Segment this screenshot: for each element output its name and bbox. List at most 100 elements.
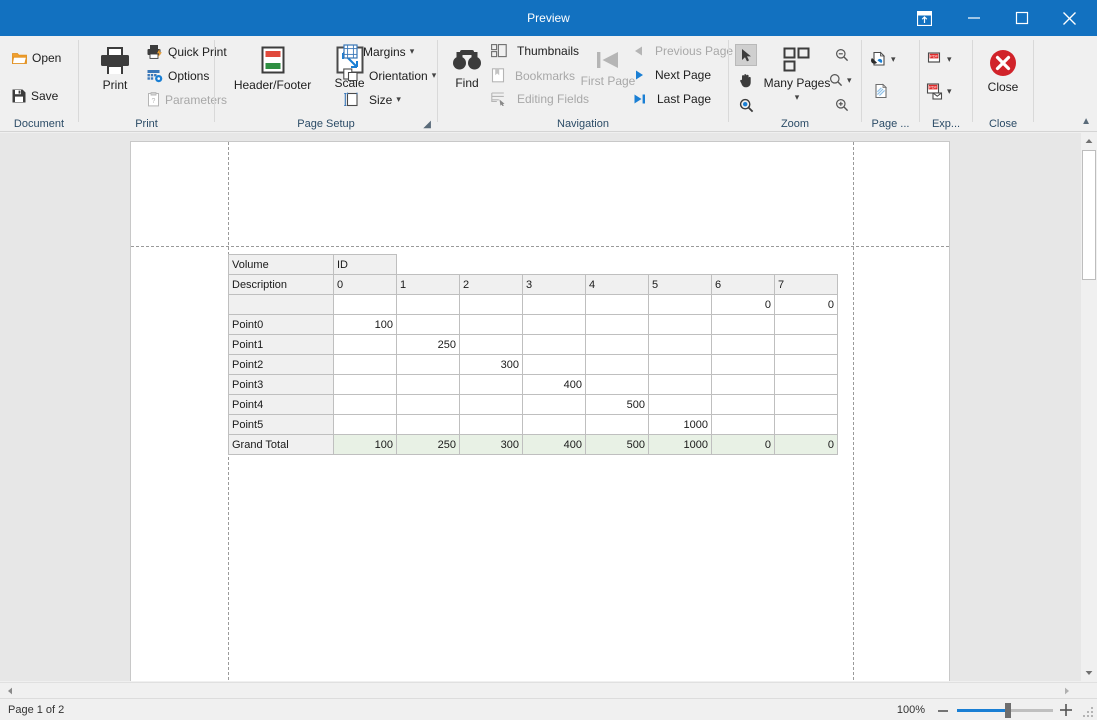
grand-total-cell: 250 (396, 434, 460, 455)
chevron-down-icon[interactable]: ▾ (847, 75, 852, 86)
zoom-in-button[interactable] (1059, 703, 1073, 717)
resize-grip-icon[interactable] (1083, 707, 1093, 717)
orientation-icon (343, 68, 358, 82)
zoom-out-button[interactable] (937, 704, 949, 716)
chevron-down-icon[interactable]: ▾ (947, 86, 952, 97)
chevron-down-icon[interactable]: ▾ (432, 70, 437, 81)
row-label-cell: Point1 (228, 334, 334, 355)
size-button[interactable]: Size ▾ (343, 92, 401, 107)
grand-total-cell: 100 (333, 434, 397, 455)
data-cell (459, 334, 523, 355)
header-footer-button[interactable]: Header/Footer (220, 46, 325, 92)
chevron-down-icon[interactable]: ▾ (947, 54, 952, 65)
editing-fields-button[interactable]: Editing Fields (491, 92, 589, 106)
last-page-button[interactable]: Last Page (633, 92, 711, 106)
data-cell (774, 354, 838, 375)
first-page-label: First Page (580, 74, 636, 88)
data-cell (396, 394, 460, 415)
data-cell (585, 294, 649, 315)
hand-tool[interactable] (735, 69, 757, 91)
close-icon[interactable] (1045, 0, 1093, 36)
first-page-button[interactable]: First Page (581, 48, 635, 88)
bookmarks-button[interactable]: Bookmarks (491, 68, 575, 83)
previous-page-button[interactable]: Previous Page (633, 44, 733, 58)
save-button[interactable]: Save (12, 89, 58, 103)
watermark-button[interactable] (870, 80, 892, 102)
data-cell (648, 354, 712, 375)
data-cell (459, 294, 523, 315)
page-setup-dialog-launcher[interactable]: ◢ (423, 119, 431, 130)
column-header-cell: 4 (585, 274, 649, 295)
print-options-button[interactable]: Options (147, 68, 209, 83)
horizontal-scrollbar[interactable] (0, 682, 1097, 698)
data-cell: 0 (711, 294, 775, 315)
print-button[interactable]: Print (89, 46, 141, 92)
orientation-button[interactable]: Orientation ▾ (343, 68, 436, 83)
ribbon-display-options-icon[interactable] (901, 0, 947, 36)
scroll-up-icon[interactable] (1081, 133, 1097, 149)
zoom-dropdown-button[interactable]: ▾ (829, 69, 859, 91)
table-row-grand-total: Grand Total 100 250 300 400 500 1000 0 0 (228, 434, 838, 455)
chevron-down-icon[interactable]: ▾ (795, 92, 800, 103)
next-page-button[interactable]: Next Page (633, 68, 711, 82)
preview-viewport[interactable]: Volume ID Description 0 1 2 3 4 5 6 7 0 … (0, 133, 1081, 681)
orientation-label: Orientation (369, 68, 428, 83)
pointer-tool[interactable] (735, 44, 757, 66)
many-pages-button[interactable]: Many Pages ▾ (761, 46, 833, 103)
ribbon-toolbar: Open Save Document Print Quick Print Opt… (0, 36, 1097, 132)
thumbnails-label: Thumbnails (517, 44, 580, 58)
data-cell: 250 (396, 334, 460, 355)
corner-spacer-cell (585, 254, 649, 275)
next-page-icon (636, 70, 643, 80)
chevron-down-icon[interactable]: ▾ (410, 46, 415, 57)
page-color-button[interactable]: ▾ (870, 48, 904, 70)
margins-button[interactable]: Margins ▾ (343, 44, 414, 59)
ribbon-group-label-page-setup: Page Setup (297, 118, 355, 130)
zoom-slider-thumb[interactable] (1005, 703, 1011, 718)
data-cell (774, 334, 838, 355)
data-cell (396, 354, 460, 375)
export-document-button[interactable]: PDF ▾ (926, 48, 962, 70)
last-page-label: Last Page (657, 92, 712, 106)
magnifier-tool[interactable] (735, 94, 757, 116)
ribbon-group-page-setup: Header/Footer Scale ▾ (215, 36, 437, 132)
scroll-left-icon[interactable] (2, 683, 18, 699)
data-cell (774, 394, 838, 415)
minimize-icon[interactable] (951, 0, 997, 36)
status-bar: Page 1 of 2 100% (0, 698, 1097, 720)
zoom-out-button[interactable] (831, 44, 853, 66)
data-cell: 300 (459, 354, 523, 375)
open-button[interactable]: Open (12, 51, 61, 65)
column-header-cell: 0 (333, 274, 397, 295)
zoom-in-icon (836, 99, 849, 112)
vertical-scrollbar-thumb[interactable] (1082, 150, 1096, 280)
svg-text:PDF: PDF (929, 84, 938, 89)
svg-text:?: ? (152, 98, 156, 105)
hand-icon (739, 73, 751, 87)
chevron-down-icon[interactable]: ▾ (891, 54, 896, 65)
collapse-ribbon-button[interactable]: ▲ (1081, 116, 1091, 127)
ribbon-group-label-close: Close (988, 118, 1018, 130)
thumbnails-button[interactable]: Thumbnails (491, 44, 579, 58)
grand-total-cell: 300 (459, 434, 523, 455)
bookmarks-label: Bookmarks (515, 68, 576, 83)
export-pdf-icon: PDF (927, 52, 941, 63)
chevron-down-icon[interactable]: ▾ (396, 94, 401, 105)
first-page-icon (595, 48, 621, 72)
last-page-icon (634, 94, 645, 104)
save-disk-icon (12, 89, 26, 103)
ribbon-group-navigation: Find Thumbnails Bookmarks Editing Fields… (438, 36, 733, 132)
email-pdf-icon: PDF (926, 82, 943, 100)
data-cell (711, 374, 775, 395)
find-button[interactable]: Find (446, 48, 488, 90)
maximize-icon[interactable] (999, 0, 1045, 36)
id-label-cell: ID (333, 254, 397, 275)
vertical-scrollbar[interactable] (1081, 133, 1097, 681)
scroll-down-icon[interactable] (1081, 665, 1097, 681)
data-cell (585, 414, 649, 435)
zoom-in-button[interactable] (831, 94, 853, 116)
scroll-right-icon[interactable] (1059, 683, 1075, 699)
send-via-email-button[interactable]: PDF ▾ (926, 80, 962, 102)
row-label-cell: Point2 (228, 354, 334, 375)
close-document-button[interactable]: Close (981, 48, 1025, 94)
